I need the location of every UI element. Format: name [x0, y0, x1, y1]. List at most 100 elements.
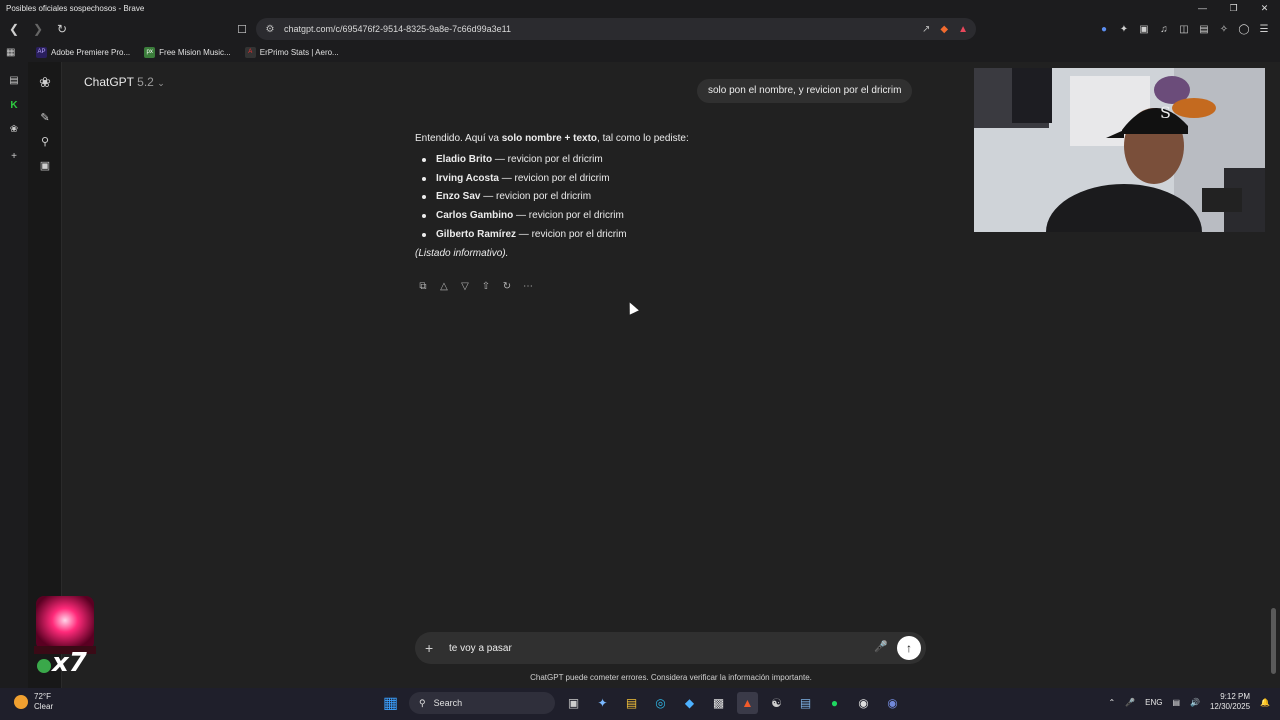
window-title: Posibles oficiales sospechosos - Brave [6, 3, 145, 13]
item-text: — revicion por el dricrim [513, 210, 624, 222]
svg-text:S: S [1160, 103, 1171, 122]
weather-icon [14, 695, 28, 709]
forward-icon[interactable]: ❯ [28, 19, 48, 39]
edge-icon[interactable]: ◎ [650, 692, 671, 714]
name-list: Eladio Brito — revicion por el dricrim I… [415, 153, 935, 242]
notifications-icon[interactable]: 🔔 [1260, 698, 1270, 707]
assistant-message: Entendido. Aquí va solo nombre + texto, … [415, 132, 935, 261]
network-icon[interactable]: ▤ [1172, 698, 1180, 707]
composer-input[interactable]: te voy a pasar [449, 643, 512, 654]
spotify-icon[interactable]: ● [824, 692, 845, 714]
copilot-icon[interactable]: ✦ [592, 692, 613, 714]
screenshot-icon[interactable]: ▣ [1136, 19, 1152, 39]
close-icon[interactable]: ✕ [1249, 0, 1280, 16]
chevron-up-icon[interactable]: ⌃ [1108, 698, 1115, 707]
model-selector[interactable]: ChatGPT 5.2 ⌄ [84, 75, 165, 89]
stream-alert-overlay: x7 [32, 594, 96, 680]
extensions-icon[interactable]: ✦ [1116, 19, 1132, 39]
chevron-down-icon: ⌄ [157, 78, 165, 88]
multiplier-text: x7 [52, 648, 87, 678]
thumbs-down-icon[interactable]: ▽ [457, 278, 473, 294]
file-explorer-icon[interactable]: ▤ [621, 692, 642, 714]
apps-grid-icon[interactable]: ▦ [6, 47, 22, 58]
webcam-overlay: S [974, 68, 1265, 232]
leo-ai-icon[interactable]: ✧ [1216, 19, 1232, 39]
item-text: — revicion por el dricrim [516, 228, 627, 240]
weather-widget[interactable]: 72°F Clear [14, 692, 53, 712]
temperature: 72°F [34, 692, 51, 701]
date: 12/30/2025 [1209, 702, 1251, 711]
microphone-icon[interactable]: 🎤 [1125, 698, 1135, 707]
message-actions: ⧉ △ ▽ ⇧ ↻ ⋯ [415, 278, 536, 294]
music-icon: px [144, 46, 156, 58]
address-bar[interactable]: ⚙ chatgpt.com/c/695476f2-9514-8325-9a8e-… [256, 18, 976, 40]
weather-condition: Clear [34, 702, 54, 711]
search-icon[interactable]: ⚲ [37, 133, 53, 149]
microphone-icon[interactable]: 🎤 [874, 640, 888, 653]
share-icon[interactable]: ⇧ [478, 278, 494, 294]
volume-icon[interactable]: 🔊 [1190, 698, 1200, 707]
assistant-note: (Listado informativo). [415, 247, 509, 259]
search-icon: ⚲ [419, 697, 426, 708]
windows-start-icon[interactable]: ▦ [380, 692, 401, 714]
restore-icon[interactable]: ❐ [1218, 0, 1249, 16]
microsoft-store-icon[interactable]: ▩ [708, 692, 729, 714]
back-icon[interactable]: ❮ [4, 19, 24, 39]
sidebar-toggle-icon[interactable]: ◫ [1176, 19, 1192, 39]
disclaimer: ChatGPT puede cometer errores. Considera… [530, 673, 812, 682]
shield-icon[interactable]: ◯ [1236, 19, 1252, 39]
user-message: solo pon el nombre, y revicion por el dr… [697, 79, 913, 103]
microsoft-365-icon[interactable]: ◆ [679, 692, 700, 714]
brave-icon[interactable]: ▲ [737, 692, 758, 714]
copy-icon[interactable]: ⧉ [415, 278, 431, 294]
minimize-icon[interactable]: — [1187, 0, 1218, 16]
windows-taskbar: 72°F Clear ▦ ⚲ Search ▣ ✦ ▤ ◎ ◆ ▩ ▲ ☯ ▤ … [0, 688, 1280, 720]
more-options-icon[interactable]: ⋯ [520, 278, 536, 294]
wallet-icon[interactable]: ▤ [1196, 19, 1212, 39]
add-panel-icon[interactable]: + [6, 148, 22, 164]
brave-sidebar: ▤ K ❀ + [0, 62, 28, 688]
system-tray: ⌃ 🎤 ENG ▤ 🔊 9:12 PM 12/30/2025 🔔 [1108, 692, 1270, 712]
clock[interactable]: 9:12 PM 12/30/2025 [1210, 692, 1250, 712]
adobe-premiere-icon: AP [36, 46, 47, 58]
add-attachment-icon[interactable]: + [425, 640, 445, 656]
url-text[interactable]: chatgpt.com/c/695476f2-9514-8325-9a8e-7c… [284, 24, 511, 34]
reload-icon[interactable]: ↻ [52, 19, 72, 39]
thumbs-up-icon[interactable]: △ [436, 278, 452, 294]
new-chat-icon[interactable]: ✎ [37, 109, 53, 125]
send-button[interactable]: ↑ [897, 636, 921, 660]
scrollbar-thumb[interactable] [1271, 608, 1276, 674]
brave-shields-icon[interactable]: ◆ [940, 24, 948, 35]
openai-logo-icon[interactable]: ❀ [37, 74, 53, 90]
reading-list-icon[interactable]: ▤ [6, 72, 22, 88]
language-indicator[interactable]: ENG [1145, 698, 1162, 707]
kick-icon[interactable]: K [6, 97, 22, 113]
taskbar-search[interactable]: ⚲ Search [409, 692, 555, 714]
bookmark-item[interactable]: A ErPrimo Stats | Aero... [244, 46, 339, 58]
taskbar-apps: ▦ ⚲ Search ▣ ✦ ▤ ◎ ◆ ▩ ▲ ☯ ▤ ● ◉ ◉ [380, 692, 903, 714]
library-icon[interactable]: ▣ [37, 157, 53, 173]
bookmark-item[interactable]: AP Adobe Premiere Pro... [36, 46, 130, 58]
intro-bold: solo nombre + texto [501, 133, 598, 144]
media-icon[interactable]: ♫ [1156, 19, 1172, 39]
message-composer[interactable]: + te voy a pasar 🎤 ↑ [415, 632, 926, 664]
obs-icon[interactable]: ◉ [853, 692, 874, 714]
scrollbar[interactable] [1268, 62, 1280, 688]
bookmark-label: Free Mision Music... [159, 47, 231, 57]
regenerate-icon[interactable]: ↻ [499, 278, 515, 294]
menu-icon[interactable]: ☰ [1256, 19, 1272, 39]
bookmark-item[interactable]: px Free Mision Music... [144, 46, 231, 58]
share-icon[interactable]: ↗ [922, 24, 930, 35]
app-window-icon[interactable]: ▤ [795, 692, 816, 714]
item-text: — revicion por el dricrim [480, 191, 592, 203]
controller-icon[interactable]: ☯ [766, 692, 787, 714]
vpn-icon[interactable]: ● [1096, 19, 1112, 39]
intro-text: Entendido. Aquí va [415, 133, 502, 144]
chatgpt-sidebar-icon[interactable]: ❀ [6, 121, 22, 137]
site-settings-icon[interactable]: ⚙ [260, 24, 280, 35]
bookmarks-bar: ▦ AP Adobe Premiere Pro... px Free Misio… [0, 42, 1280, 62]
brave-rewards-icon[interactable]: ▲ [958, 24, 968, 35]
discord-icon[interactable]: ◉ [882, 692, 903, 714]
task-view-icon[interactable]: ▣ [563, 692, 584, 714]
bookmark-icon[interactable]: ☐ [232, 19, 252, 39]
